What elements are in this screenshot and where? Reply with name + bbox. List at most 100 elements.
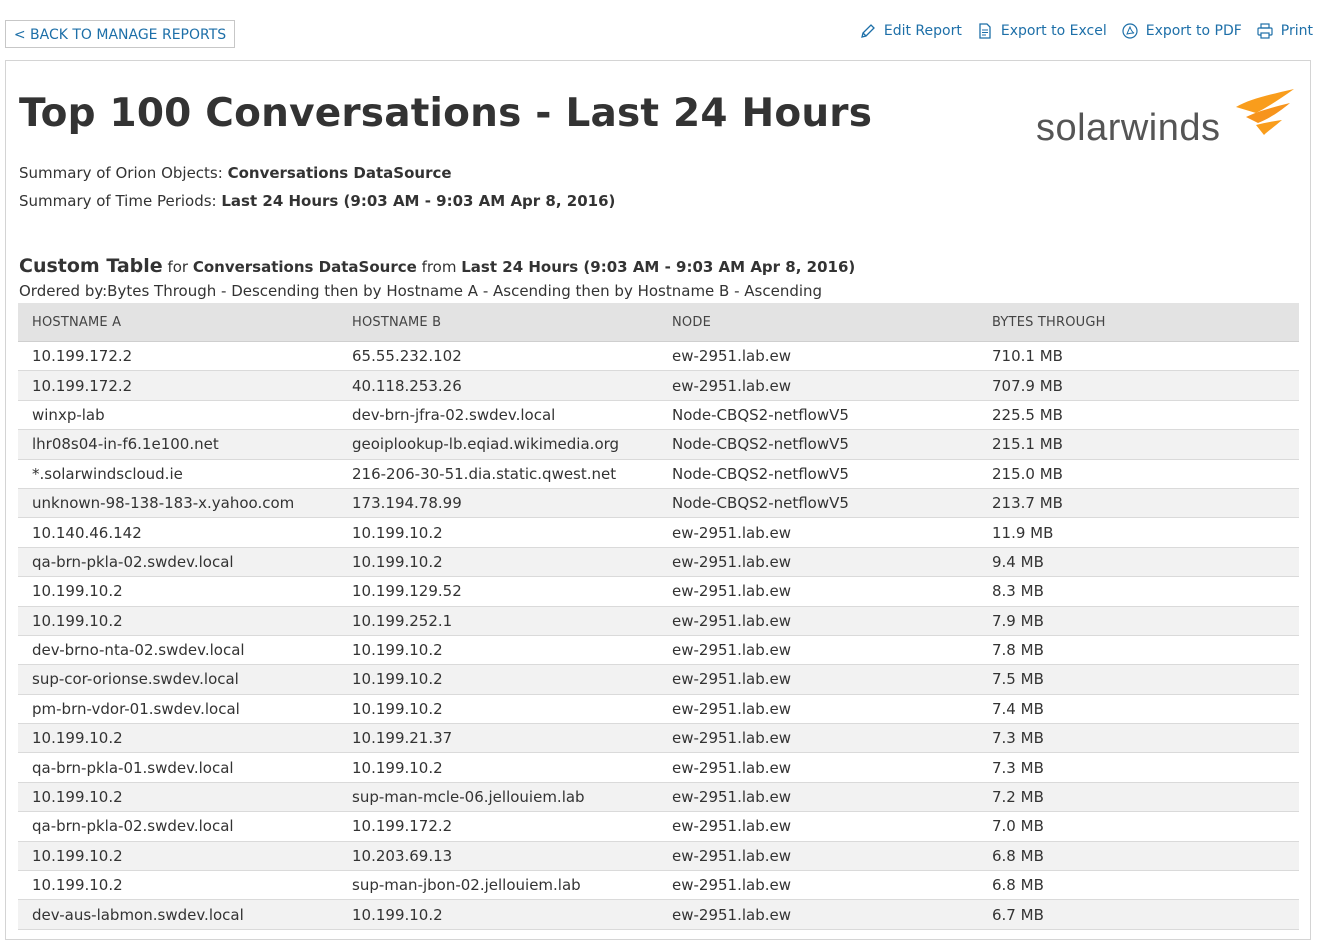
bytes-through-cell: 7.8 MB — [978, 635, 1299, 666]
node-cell: ew-2951.lab.ew — [658, 341, 978, 372]
summary-time-periods: Summary of Time Periods: Last 24 Hours (… — [19, 192, 615, 210]
table-row: 10.199.10.2 sup-man-mcle-06.jellouiem.lab… — [18, 782, 1299, 813]
hostname-a-cell: dev-brno-nta-02.swdev.local — [18, 635, 338, 666]
bytes-through-cell: 9.4 MB — [978, 547, 1299, 578]
hostname-b-cell: 10.199.129.52 — [338, 576, 658, 607]
print-label: Print — [1280, 23, 1313, 39]
bytes-through-cell: 213.7 MB — [978, 488, 1299, 519]
table-header-row: HOSTNAME A HOSTNAME B NODE BYTES THROUGH — [18, 303, 1299, 342]
hostname-b-cell: 10.199.10.2 — [338, 635, 658, 666]
hostname-b-cell: dev-brn-jfra-02.swdev.local — [338, 400, 658, 431]
bytes-through-cell: 11.9 MB — [978, 517, 1299, 548]
hostname-a-cell: 10.199.10.2 — [18, 870, 338, 901]
bytes-through-cell: 7.9 MB — [978, 606, 1299, 636]
logo-wordmark: solarwinds — [1036, 107, 1221, 149]
hostname-a-cell: dev-aus-labmon.swdev.local — [18, 899, 338, 930]
from-text: from — [416, 258, 462, 276]
node-cell: Node-CBQS2-netflowV5 — [658, 429, 978, 460]
table-row: winxp-lab dev-brn-jfra-02.swdev.local Node… — [18, 400, 1299, 431]
table-row: 10.199.10.2 10.199.129.52 ew-2951.lab.ew 8.… — [18, 576, 1299, 607]
bytes-through-cell: 6.8 MB — [978, 870, 1299, 901]
node-cell: ew-2951.lab.ew — [658, 899, 978, 930]
bytes-through-cell: 8.3 MB — [978, 576, 1299, 607]
hostname-b-cell: 65.55.232.102 — [338, 341, 658, 372]
column-header-hostname-b[interactable]: HOSTNAME B — [338, 303, 658, 342]
bytes-through-cell: 7.2 MB — [978, 782, 1299, 813]
hostname-a-cell: winxp-lab — [18, 400, 338, 431]
hostname-a-cell: *.solarwindscloud.ie — [18, 459, 338, 489]
hostname-a-cell: 10.199.10.2 — [18, 576, 338, 607]
table-row: lhr08s04-in-f6.1e100.net geoiplookup-lb.e… — [18, 429, 1299, 460]
table-row: *.solarwindscloud.ie 216-206-30-51.dia.st… — [18, 459, 1299, 489]
bytes-through-cell: 7.4 MB — [978, 694, 1299, 725]
bytes-through-cell: 6.7 MB — [978, 899, 1299, 930]
table-row: 10.199.172.2 65.55.232.102 ew-2951.lab.ew 7… — [18, 341, 1299, 372]
ordered-by-text: Ordered by:Bytes Through - Descending th… — [19, 282, 823, 300]
edit-report-label: Edit Report — [883, 23, 962, 39]
hostname-b-cell: 10.199.252.1 — [338, 606, 658, 636]
hostname-b-cell: sup-man-mcle-06.jellouiem.lab — [338, 782, 658, 813]
table-row: dev-aus-labmon.swdev.local 10.199.10.2 ew-… — [18, 899, 1299, 930]
column-header-hostname-a[interactable]: HOSTNAME A — [18, 303, 338, 342]
node-cell: ew-2951.lab.ew — [658, 841, 978, 872]
hostname-a-cell: unknown-98-138-183-x.yahoo.com — [18, 488, 338, 519]
pencil-icon — [859, 22, 877, 40]
custom-table-title: Custom Table — [19, 255, 163, 277]
hostname-a-cell: 10.199.172.2 — [18, 370, 338, 401]
hostname-b-cell: 10.199.10.2 — [338, 547, 658, 578]
column-header-bytes-through[interactable]: BYTES THROUGH — [978, 303, 1299, 342]
custom-table-heading: Custom Table for Conversations DataSourc… — [19, 255, 855, 277]
node-cell: ew-2951.lab.ew — [658, 576, 978, 607]
bytes-through-cell: 7.3 MB — [978, 752, 1299, 783]
hostname-a-cell: qa-brn-pkla-02.swdev.local — [18, 547, 338, 578]
export-to-excel-label: Export to Excel — [1000, 23, 1107, 39]
summary-time-value: Last 24 Hours (9:03 AM - 9:03 AM Apr 8, … — [221, 192, 616, 210]
custom-table-source: Conversations DataSource — [192, 258, 417, 276]
hostname-b-cell: sup-man-jbon-02.jellouiem.lab — [338, 870, 658, 901]
pdf-icon — [1121, 22, 1139, 40]
top-bar: < BACK TO MANAGE REPORTS Edit Report Exp… — [0, 0, 1325, 60]
table-row: qa-brn-pkla-02.swdev.local 10.199.172.2 ew… — [18, 811, 1299, 842]
node-cell: Node-CBQS2-netflowV5 — [658, 459, 978, 489]
hostname-a-cell: 10.199.10.2 — [18, 723, 338, 754]
table-row: 10.199.172.2 40.118.253.26 ew-2951.lab.ew 7… — [18, 370, 1299, 401]
conversations-table: HOSTNAME A HOSTNAME B NODE BYTES THROUGH… — [18, 303, 1299, 930]
summary-objects: Summary of Orion Objects: Conversations … — [19, 164, 452, 182]
node-cell: ew-2951.lab.ew — [658, 370, 978, 401]
hostname-a-cell: 10.199.10.2 — [18, 606, 338, 636]
print-link[interactable]: Print — [1256, 22, 1313, 40]
edit-report-link[interactable]: Edit Report — [859, 22, 962, 40]
hostname-a-cell: 10.199.10.2 — [18, 782, 338, 813]
table-row: pm-brn-vdor-01.swdev.local 10.199.10.2 ew-… — [18, 694, 1299, 725]
table-row: 10.199.10.2 sup-man-jbon-02.jellouiem.lab… — [18, 870, 1299, 901]
table-row: unknown-98-138-183-x.yahoo.com 173.194.78… — [18, 488, 1299, 519]
hostname-a-cell: qa-brn-pkla-02.swdev.local — [18, 811, 338, 842]
table-row: qa-brn-pkla-02.swdev.local 10.199.10.2 ew-… — [18, 547, 1299, 578]
hostname-a-cell: 10.140.46.142 — [18, 517, 338, 548]
export-to-excel-link[interactable]: Export to Excel — [976, 22, 1107, 40]
hostname-a-cell: sup-cor-orionse.swdev.local — [18, 664, 338, 695]
back-to-manage-reports-button[interactable]: < BACK TO MANAGE REPORTS — [5, 20, 235, 48]
export-to-pdf-link[interactable]: Export to PDF — [1121, 22, 1242, 40]
table-row: qa-brn-pkla-01.swdev.local 10.199.10.2 ew-… — [18, 752, 1299, 783]
bytes-through-cell: 7.5 MB — [978, 664, 1299, 695]
hostname-b-cell: 10.199.10.2 — [338, 694, 658, 725]
hostname-a-cell: 10.199.172.2 — [18, 341, 338, 372]
column-header-node[interactable]: NODE — [658, 303, 978, 342]
node-cell: ew-2951.lab.ew — [658, 664, 978, 695]
bytes-through-cell: 710.1 MB — [978, 341, 1299, 372]
bytes-through-cell: 707.9 MB — [978, 370, 1299, 401]
hostname-a-cell: lhr08s04-in-f6.1e100.net — [18, 429, 338, 460]
summary-objects-label: Summary of Orion Objects: — [19, 164, 228, 182]
excel-doc-icon — [976, 22, 994, 40]
custom-table-period: Last 24 Hours (9:03 AM - 9:03 AM Apr 8, … — [461, 258, 856, 276]
bytes-through-cell: 7.0 MB — [978, 811, 1299, 842]
printer-icon — [1256, 22, 1274, 40]
table-row: 10.140.46.142 10.199.10.2 ew-2951.lab.ew 11… — [18, 517, 1299, 548]
hostname-b-cell: 40.118.253.26 — [338, 370, 658, 401]
bytes-through-cell: 215.1 MB — [978, 429, 1299, 460]
hostname-b-cell: 10.199.10.2 — [338, 664, 658, 695]
node-cell: ew-2951.lab.ew — [658, 723, 978, 754]
table-row: dev-brno-nta-02.swdev.local 10.199.10.2 ew… — [18, 635, 1299, 666]
hostname-a-cell: pm-brn-vdor-01.swdev.local — [18, 694, 338, 725]
